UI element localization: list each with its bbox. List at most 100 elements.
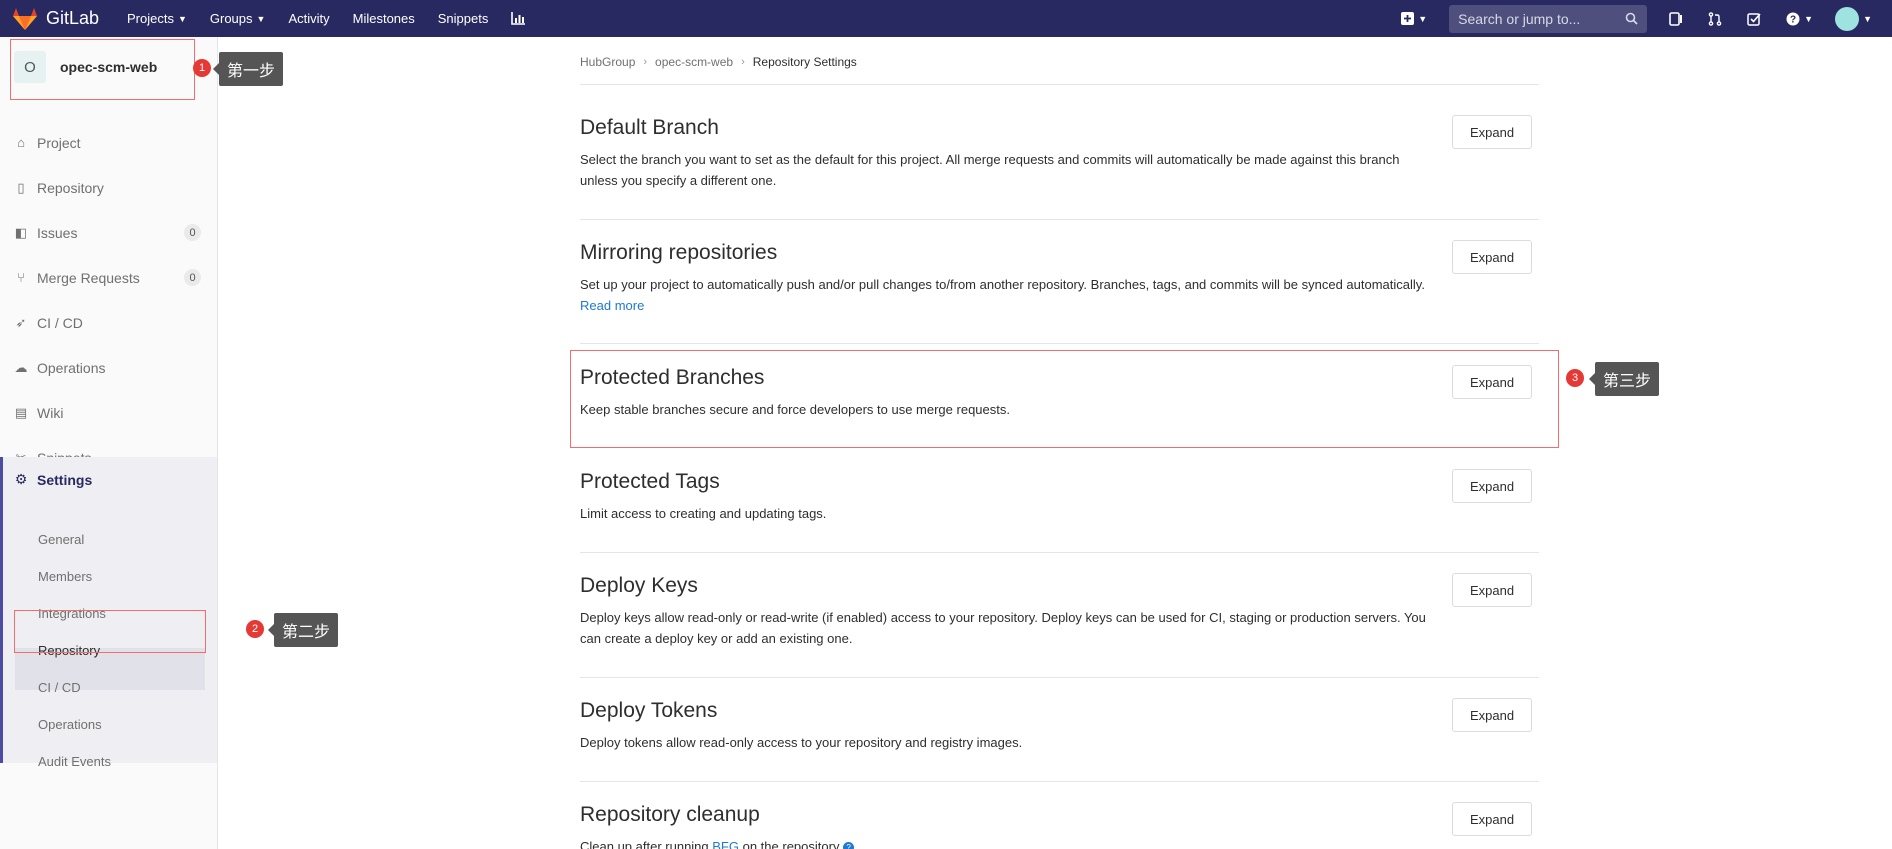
settings-sub-ci-cd[interactable]: CI / CD (38, 669, 81, 706)
home-icon: ⌂ (17, 135, 25, 150)
annotation-step-1-badge: 1 (193, 59, 211, 77)
section-title: Deploy Keys (580, 574, 698, 597)
nav-groups-label: Groups (209, 11, 253, 26)
app-name: GitLab (46, 8, 100, 28)
divider (580, 552, 1539, 553)
chart-icon[interactable] (511, 12, 526, 25)
annotation-step-3-badge: 3 (1566, 369, 1584, 387)
search-input[interactable]: Search or jump to... (1449, 4, 1648, 33)
chevron-down-icon: ▼ (1418, 13, 1428, 24)
chevron-down-icon: ▼ (1863, 13, 1872, 24)
issues-icon[interactable] (1669, 11, 1683, 26)
nav-snippets[interactable]: Snippets (438, 11, 489, 26)
sidebar-item-label: Operations (37, 359, 106, 376)
issues-icon: ◧ (14, 224, 28, 240)
gitlab-brand[interactable]: GitLab (12, 0, 99, 37)
chevron-down-icon: ▼ (177, 13, 187, 24)
annotation-box-protected-branches (570, 350, 1559, 448)
sidebar-item-repository[interactable]: ▯ Repository (0, 165, 217, 210)
section-repository-cleanup: Repository cleanup Clean up after runnin… (580, 802, 1539, 849)
section-title: Repository cleanup (580, 803, 760, 826)
settings-sub-general[interactable]: General (38, 521, 84, 558)
breadcrumb-group[interactable]: HubGroup (580, 55, 635, 69)
expand-button[interactable]: Expand (1452, 469, 1532, 503)
nav-milestones[interactable]: Milestones (353, 11, 415, 26)
user-avatar[interactable]: ▼ (1835, 6, 1872, 31)
section-description-suffix: on the repository (739, 839, 840, 849)
chevron-right-icon: › (741, 55, 745, 68)
avatar (1835, 6, 1860, 31)
section-title: Deploy Tokens (580, 699, 718, 722)
expand-button[interactable]: Expand (1452, 240, 1532, 274)
annotation-step-2-badge: 2 (246, 620, 264, 638)
section-description: Set up your project to automatically pus… (580, 274, 1430, 316)
chevron-right-icon: › (643, 55, 648, 68)
settings-sub-operations[interactable]: Operations (38, 706, 102, 743)
svg-text:?: ? (1790, 14, 1796, 25)
divider (580, 219, 1539, 220)
todo-icon[interactable] (1747, 12, 1761, 26)
read-more-link[interactable]: Read more (580, 298, 644, 313)
section-description: Deploy keys allow read-only or read-writ… (580, 610, 1426, 646)
nav-groups[interactable]: Groups ▼ (210, 11, 266, 26)
sidebar-item-label: Merge Requests (37, 269, 140, 286)
merge-request-icon[interactable] (1708, 11, 1722, 26)
breadcrumb-current[interactable]: Repository Settings (753, 55, 857, 69)
nav-snippets-label: Snippets (437, 11, 489, 26)
sidebar-item-merge-requests[interactable]: ⑂ Merge Requests 0 (0, 255, 217, 300)
sidebar-item-label: Wiki (37, 404, 64, 421)
section-title: Default Branch (580, 116, 719, 139)
chevron-down-icon: ▼ (1804, 13, 1814, 24)
section-description: Deploy tokens allow read-only access to … (580, 735, 1023, 750)
question-circle-icon[interactable]: ? (843, 842, 855, 849)
sidebar-item-operations[interactable]: ☁ Operations (0, 345, 217, 390)
section-default-branch: Default Branch Select the branch you wan… (580, 115, 1539, 191)
expand-button[interactable]: Expand (1452, 698, 1532, 732)
sidebar-item-issues[interactable]: ◧ Issues 0 (0, 210, 217, 255)
settings-sub-audit-events[interactable]: Audit Events (38, 743, 111, 780)
sidebar-item-ci-cd[interactable]: ➶ CI / CD (0, 300, 217, 345)
expand-button[interactable]: Expand (1452, 573, 1532, 607)
settings-sub-members[interactable]: Members (38, 558, 92, 595)
sidebar-item-label: Project (37, 134, 81, 151)
issues-count-badge: 0 (184, 224, 201, 241)
search-icon (1625, 12, 1638, 25)
sidebar-item-label: Issues (37, 224, 78, 241)
help-icon[interactable]: ? ▼ (1786, 12, 1813, 26)
top-nav-links: Projects ▼ Groups ▼ Activity Milestones … (127, 0, 548, 37)
sidebar-item-settings[interactable]: ⚙ Settings (0, 457, 217, 502)
section-mirroring: Mirroring repositories Set up your proje… (580, 240, 1539, 316)
rocket-icon: ➶ (15, 314, 27, 330)
section-description: Limit access to creating and updating ta… (580, 506, 827, 521)
sidebar-item-label: Repository (37, 179, 104, 196)
cloud-icon: ☁ (14, 359, 28, 375)
section-deploy-tokens: Deploy Tokens Deploy tokens allow read-o… (580, 698, 1539, 753)
sidebar-item-wiki[interactable]: ▤ Wiki (0, 390, 217, 435)
annotation-step-3-label: 第三步 (1588, 362, 1660, 396)
top-navbar: GitLab Projects ▼ Groups ▼ Activity Mile… (0, 0, 1892, 37)
section-description-prefix: Clean up after running (580, 839, 713, 849)
top-nav-right: ▼ Search or jump to... ? ▼ ▼ (1401, 0, 1892, 37)
nav-milestones-label: Milestones (352, 11, 415, 26)
plus-square-icon[interactable]: ▼ (1401, 12, 1427, 25)
sidebar-item-label: CI / CD (37, 314, 83, 331)
nav-activity[interactable]: Activity (288, 11, 329, 26)
divider (580, 343, 1539, 344)
nav-activity-label: Activity (288, 11, 330, 26)
bfg-link[interactable]: BFG (712, 839, 739, 849)
divider (580, 781, 1539, 782)
nav-projects[interactable]: Projects ▼ (127, 11, 187, 26)
breadcrumb-project[interactable]: opec-scm-web (655, 55, 733, 69)
merge-requests-count-badge: 0 (184, 269, 201, 286)
breadcrumb: HubGroup › opec-scm-web › Repository Set… (580, 53, 857, 70)
annotation-step-2-label: 第二步 (267, 613, 339, 647)
chevron-down-icon: ▼ (256, 13, 266, 24)
expand-button[interactable]: Expand (1452, 802, 1532, 836)
section-description-text: Set up your project to automatically pus… (580, 277, 1425, 292)
sidebar-item-project[interactable]: ⌂ Project (0, 120, 217, 165)
annotation-box-project (10, 39, 195, 100)
expand-button[interactable]: Expand (1452, 115, 1532, 149)
annotation-step-1-label: 第一步 (212, 52, 284, 86)
wiki-icon: ▤ (14, 404, 28, 420)
divider (580, 84, 1539, 85)
